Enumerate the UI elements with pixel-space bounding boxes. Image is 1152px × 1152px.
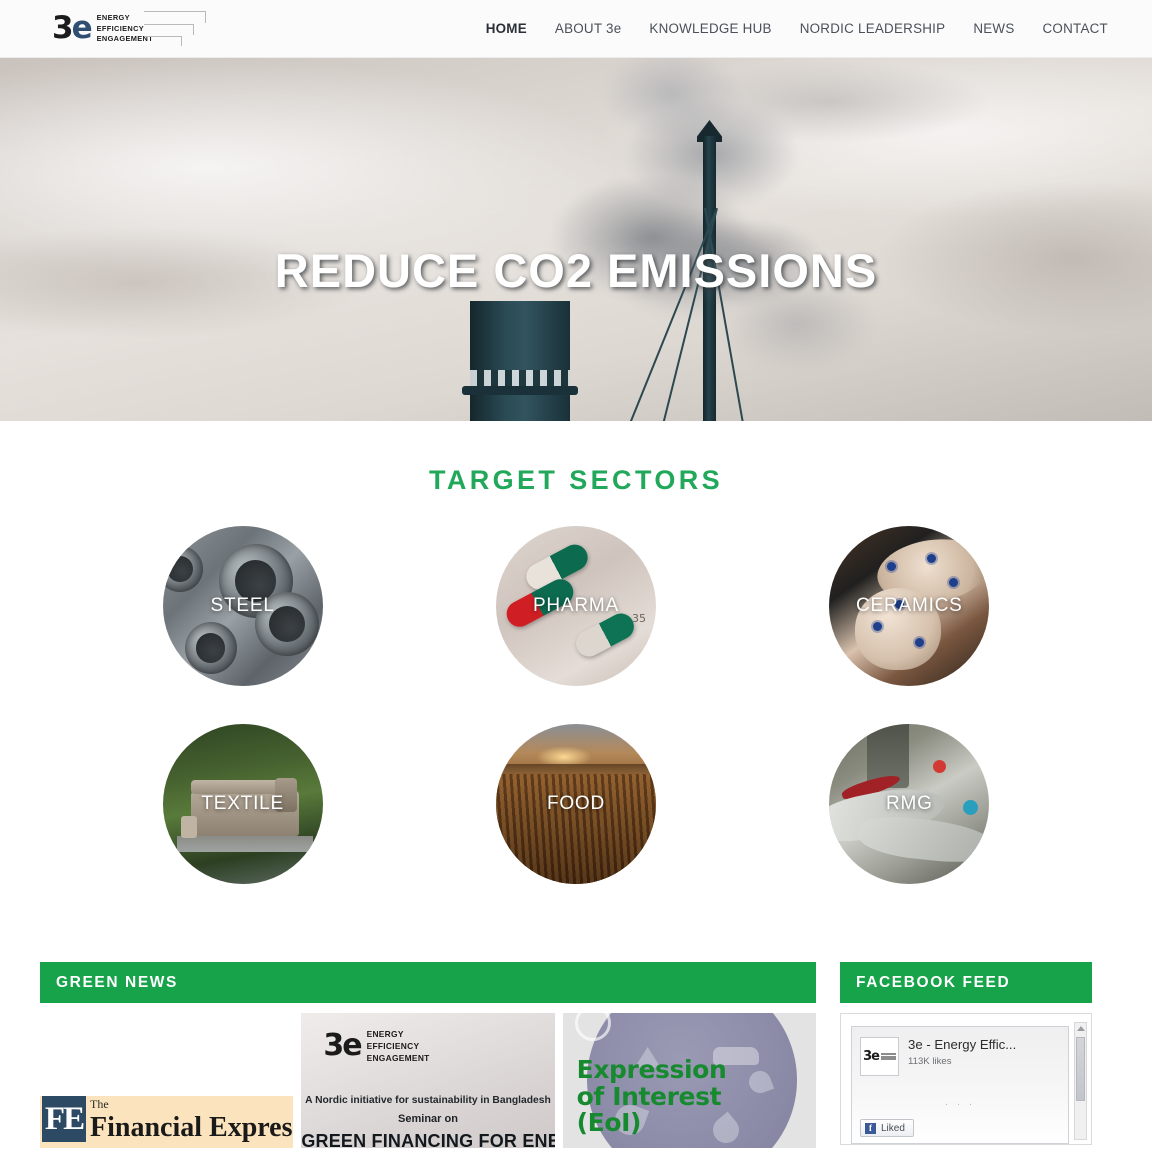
- green-news-column: GREEN NEWS FE The Financial Expres 3e En…: [40, 962, 816, 1148]
- logo-mark: 3e: [52, 10, 93, 46]
- smokestack-rim: [462, 386, 578, 395]
- hero-slider: REDUCE CO2 EMISSIONS: [0, 58, 1152, 421]
- facebook-page-widget: 3e 3e - Energy Effic... 113K likes · · ·…: [840, 1013, 1092, 1145]
- loading-spinner-icon: · · ·: [944, 1099, 976, 1110]
- facebook-widget-frame: 3e 3e - Energy Effic... 113K likes · · ·…: [851, 1026, 1069, 1144]
- facebook-widget-scrollbar[interactable]: [1074, 1022, 1087, 1140]
- financial-express-name: Financial Expres: [90, 1112, 293, 1143]
- sector-label-rmg: RMG: [885, 793, 933, 814]
- news-card-expression-of-interest[interactable]: Expression of Interest (EoI): [562, 1013, 816, 1148]
- seminar-3e-logo: 3e Energy Efficiency Engagement: [323, 1029, 429, 1064]
- nav-item-contact[interactable]: CONTACT: [1041, 17, 1110, 40]
- sector-label-textile: TEXTILE: [201, 793, 284, 814]
- logo-line-engagement: Engagement: [96, 34, 154, 44]
- facebook-liked-button[interactable]: f Liked: [860, 1119, 914, 1137]
- news-card-seminar-banner[interactable]: 3e Energy Efficiency Engagement A Nordic…: [301, 1013, 555, 1148]
- nav-item-nordic-leadership[interactable]: NORDIC LEADERSHIP: [798, 17, 948, 40]
- sector-tile-food[interactable]: FOOD: [495, 724, 656, 884]
- nav-item-about-3e[interactable]: ABOUT 3e: [553, 17, 624, 40]
- smokestack-band: [470, 370, 570, 386]
- facebook-page-likes: 113K likes: [908, 1055, 952, 1067]
- logo-wordmark: Energy Efficiency Engagement: [97, 13, 153, 43]
- eoi-text-block: Expression of Interest (EoI): [576, 1055, 727, 1137]
- sector-label-pharma: PHARMA: [532, 595, 620, 616]
- hero-title: REDUCE CO2 EMISSIONS: [274, 244, 878, 297]
- seminar-label: Seminar on: [398, 1113, 458, 1125]
- scrollbar-thumb[interactable]: [1076, 1037, 1085, 1101]
- green-news-heading: GREEN NEWS: [40, 962, 816, 1003]
- facebook-page-name[interactable]: 3e - Energy Effic...: [908, 1037, 1016, 1053]
- sector-grid: STEEL 35 PHARMA CERAMICS TEXTILE FOOD RM…: [76, 526, 1076, 884]
- facebook-page-header: 3e 3e - Energy Effic... 113K likes: [852, 1027, 1068, 1076]
- eoi-thumbnail: Expression of Interest (EoI): [562, 1013, 816, 1148]
- nav-item-knowledge-hub[interactable]: KNOWLEDGE HUB: [647, 17, 773, 40]
- seminar-banner-thumbnail: 3e Energy Efficiency Engagement A Nordic…: [301, 1013, 555, 1148]
- financial-express-thumbnail: FE The Financial Expres: [40, 1013, 294, 1148]
- site-header: 3e Energy Efficiency Engagement HOME ABO…: [0, 0, 1152, 58]
- sector-tile-steel[interactable]: STEEL: [162, 526, 323, 686]
- facebook-feed-heading: FACEBOOK FEED: [840, 962, 1092, 1003]
- logo-line-efficiency: Efficiency: [96, 23, 145, 33]
- financial-express-logo-icon: FE: [42, 1096, 86, 1142]
- main-navigation: HOME ABOUT 3e KNOWLEDGE HUB NORDIC LEADE…: [484, 17, 1110, 40]
- logo-line-energy: Energy: [96, 13, 130, 23]
- logo-mark-e: e: [71, 10, 93, 46]
- sector-label-ceramics: CERAMICS: [855, 595, 963, 616]
- section-title-target-sectors: TARGET SECTORS: [428, 465, 724, 495]
- seminar-logo-line-efficiency: Efficiency: [366, 1040, 420, 1051]
- facebook-feed-column: FACEBOOK FEED 3e 3e - Energy Effic... 11…: [840, 962, 1092, 1148]
- bottom-section: GREEN NEWS FE The Financial Expres 3e En…: [0, 962, 1152, 1148]
- sector-tile-pharma[interactable]: 35 PHARMA: [495, 526, 656, 686]
- logo-bracket-decoration: [144, 10, 206, 49]
- site-logo[interactable]: 3e Energy Efficiency Engagement: [52, 7, 206, 51]
- eoi-line-2: of Interest: [576, 1081, 722, 1111]
- target-sectors-section: TARGET SECTORS STEEL 35 PHARMA CERAMICS: [0, 421, 1152, 884]
- smokestack: [470, 301, 570, 421]
- facebook-icon: f: [865, 1122, 876, 1134]
- news-card-financial-express[interactable]: FE The Financial Expres: [40, 1013, 294, 1148]
- sector-label-steel: STEEL: [210, 595, 275, 616]
- sector-label-food: FOOD: [546, 793, 606, 814]
- seminar-logo-line-energy: Energy: [366, 1029, 404, 1039]
- nav-item-home[interactable]: HOME: [484, 17, 529, 40]
- scroll-up-arrow-icon[interactable]: [1076, 1026, 1085, 1031]
- seminar-logo-line-engagement: Engagement: [366, 1052, 430, 1063]
- seminar-subtitle: A Nordic initiative for sustainability i…: [305, 1095, 551, 1106]
- seminar-logo-mark: 3e: [323, 1028, 362, 1064]
- seminar-headline: GREEN FINANCING FOR ENERGY: [301, 1131, 555, 1148]
- eoi-line-1: Expression: [576, 1055, 727, 1084]
- green-news-card-strip: FE The Financial Expres 3e Energy Effici…: [40, 1013, 816, 1148]
- eoi-line-3: (EoI): [576, 1108, 642, 1137]
- sector-tile-textile[interactable]: TEXTILE: [162, 724, 323, 884]
- facebook-page-avatar: 3e: [860, 1037, 899, 1076]
- sector-tile-rmg[interactable]: RMG: [829, 724, 990, 884]
- logo-mark-three: 3: [52, 10, 74, 46]
- financial-express-the: The: [90, 1097, 109, 1111]
- sector-tile-ceramics[interactable]: CERAMICS: [829, 526, 990, 686]
- facebook-liked-label: Liked: [881, 1122, 905, 1134]
- nav-item-news[interactable]: NEWS: [971, 17, 1016, 40]
